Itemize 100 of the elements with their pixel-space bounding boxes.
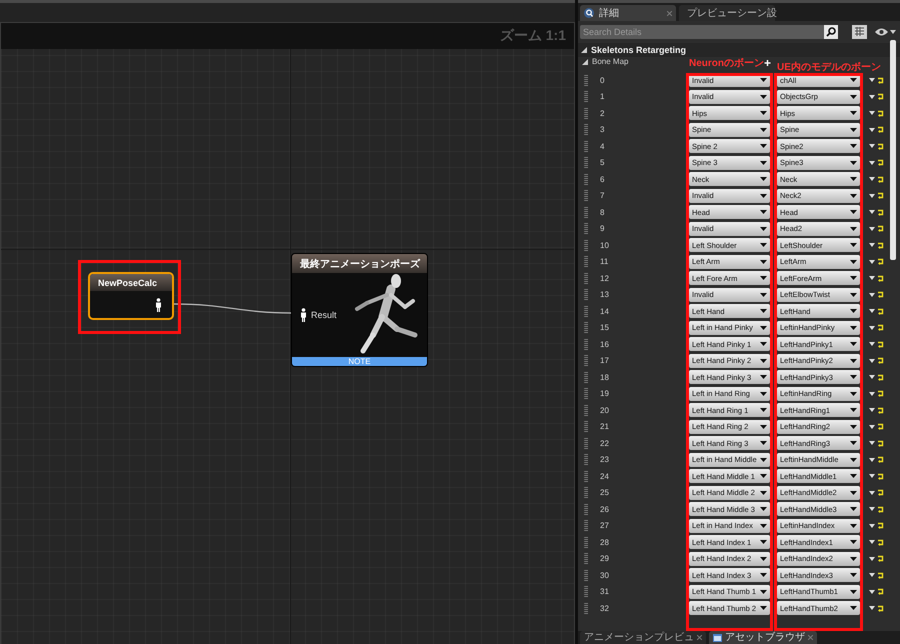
- reset-arrow-icon[interactable]: [877, 192, 884, 200]
- reset-arrow-icon[interactable]: [877, 357, 884, 364]
- graph-node[interactable]: NewPoseCalc: [88, 272, 174, 320]
- drag-handle-icon[interactable]: [584, 108, 588, 119]
- caret-icon: [760, 160, 767, 165]
- drag-handle-icon[interactable]: [584, 124, 588, 136]
- caret-icon: [760, 606, 767, 610]
- close-icon[interactable]: [697, 635, 702, 640]
- caret-icon: [760, 458, 767, 462]
- reset-arrow-icon[interactable]: [877, 142, 884, 150]
- drag-handle-icon[interactable]: [584, 553, 588, 564]
- person-icon[interactable]: [300, 308, 307, 322]
- caret-icon: [760, 194, 767, 198]
- reset-arrow-icon[interactable]: [877, 522, 884, 530]
- drag-handle-icon[interactable]: [584, 372, 588, 383]
- reset-arrow-icon[interactable]: [877, 406, 884, 414]
- drag-handle-icon[interactable]: [584, 174, 588, 185]
- search-icon[interactable]: [826, 26, 836, 36]
- reset-arrow-icon[interactable]: [877, 390, 884, 398]
- view-options-button[interactable]: [852, 24, 867, 38]
- scrollbar-thumb[interactable]: [890, 40, 896, 260]
- drag-handle-icon[interactable]: [584, 240, 588, 251]
- person-icon[interactable]: [155, 298, 162, 312]
- drag-handle-icon[interactable]: [584, 256, 588, 268]
- drag-handle-icon[interactable]: [584, 91, 588, 102]
- reset-arrow-icon[interactable]: [877, 604, 884, 612]
- caret-icon: [869, 276, 875, 280]
- drag-handle-icon[interactable]: [584, 421, 588, 432]
- reset-arrow-icon[interactable]: [877, 423, 884, 430]
- reset-arrow-icon[interactable]: [877, 208, 884, 216]
- row-index: 11: [599, 257, 610, 266]
- reset-arrow-icon[interactable]: [877, 159, 884, 166]
- drag-handle-icon[interactable]: [584, 272, 588, 284]
- drag-handle-icon[interactable]: [584, 470, 588, 482]
- section-header[interactable]: Skeletons Retargeting: [578, 43, 900, 57]
- reset-arrow-icon[interactable]: [877, 456, 884, 464]
- reset-arrow-icon[interactable]: [877, 126, 884, 134]
- caret-icon: [850, 590, 857, 594]
- caret-icon: [760, 292, 767, 297]
- reset-arrow-icon[interactable]: [877, 176, 884, 183]
- reset-arrow-icon[interactable]: [877, 538, 884, 546]
- drag-handle-icon[interactable]: [584, 306, 588, 317]
- drag-handle-icon[interactable]: [584, 504, 588, 515]
- reset-arrow-icon[interactable]: [877, 110, 884, 117]
- reset-arrow-icon[interactable]: [877, 225, 884, 232]
- reset-arrow-icon[interactable]: [877, 93, 884, 100]
- drag-handle-icon[interactable]: [584, 570, 588, 581]
- drag-handle-icon[interactable]: [584, 487, 588, 498]
- caret-icon: [869, 424, 875, 429]
- panel-tab[interactable]: プレビューシーン設: [679, 5, 775, 21]
- reset-arrow-icon[interactable]: [877, 274, 884, 282]
- panel-tab[interactable]: アセットブラウザ: [709, 631, 817, 644]
- panel-tab[interactable]: 詳細: [580, 5, 676, 21]
- drag-handle-icon[interactable]: [584, 206, 588, 218]
- drag-handle-icon[interactable]: [584, 586, 588, 598]
- expand-arrow-icon[interactable]: [581, 47, 587, 53]
- reset-arrow-icon[interactable]: [877, 76, 884, 84]
- drag-handle-icon[interactable]: [584, 602, 588, 614]
- reset-arrow-icon[interactable]: [877, 440, 884, 447]
- graph-node[interactable]: 最終アニメーションポーズ Result NOTE: [291, 253, 428, 367]
- reset-arrow-icon[interactable]: [877, 489, 884, 496]
- drag-handle-icon[interactable]: [584, 536, 588, 548]
- eye-icon[interactable]: [875, 28, 888, 36]
- drag-handle-icon[interactable]: [584, 322, 588, 334]
- reset-arrow-icon[interactable]: [877, 555, 884, 562]
- drag-handle-icon[interactable]: [584, 404, 588, 416]
- panel-tab[interactable]: アニメーションプレビュ: [580, 631, 706, 644]
- caret-icon: [869, 590, 875, 594]
- note-bar: NOTE: [292, 357, 427, 366]
- close-icon[interactable]: [808, 635, 813, 640]
- drag-handle-icon[interactable]: [584, 388, 588, 400]
- reset-arrow-icon[interactable]: [877, 340, 884, 348]
- reset-arrow-icon[interactable]: [877, 472, 884, 480]
- node-title: NewPoseCalc: [90, 274, 172, 291]
- add-button[interactable]: +: [764, 57, 776, 69]
- expand-arrow-icon[interactable]: [582, 58, 588, 64]
- drag-handle-icon[interactable]: [584, 223, 588, 234]
- reset-arrow-icon[interactable]: [877, 374, 884, 381]
- reset-arrow-icon[interactable]: [877, 291, 884, 298]
- drag-handle-icon[interactable]: [584, 157, 588, 168]
- drag-handle-icon[interactable]: [584, 454, 588, 466]
- close-icon[interactable]: [667, 10, 672, 16]
- drag-handle-icon[interactable]: [584, 520, 588, 532]
- reset-arrow-icon[interactable]: [877, 242, 884, 249]
- caret-icon[interactable]: [890, 30, 896, 34]
- drag-handle-icon[interactable]: [584, 289, 588, 300]
- reset-arrow-icon[interactable]: [877, 506, 884, 513]
- caret-icon: [850, 144, 857, 148]
- reset-arrow-icon[interactable]: [877, 324, 884, 332]
- drag-handle-icon[interactable]: [584, 140, 588, 152]
- drag-handle-icon[interactable]: [584, 74, 588, 86]
- drag-handle-icon[interactable]: [584, 438, 588, 449]
- reset-arrow-icon[interactable]: [877, 588, 884, 596]
- reset-arrow-icon[interactable]: [877, 572, 884, 579]
- reset-arrow-icon[interactable]: [877, 258, 884, 266]
- drag-handle-icon[interactable]: [584, 338, 588, 350]
- reset-arrow-icon[interactable]: [877, 308, 884, 315]
- search-field[interactable]: Search Details: [580, 24, 824, 38]
- drag-handle-icon[interactable]: [584, 355, 588, 366]
- drag-handle-icon[interactable]: [584, 190, 588, 202]
